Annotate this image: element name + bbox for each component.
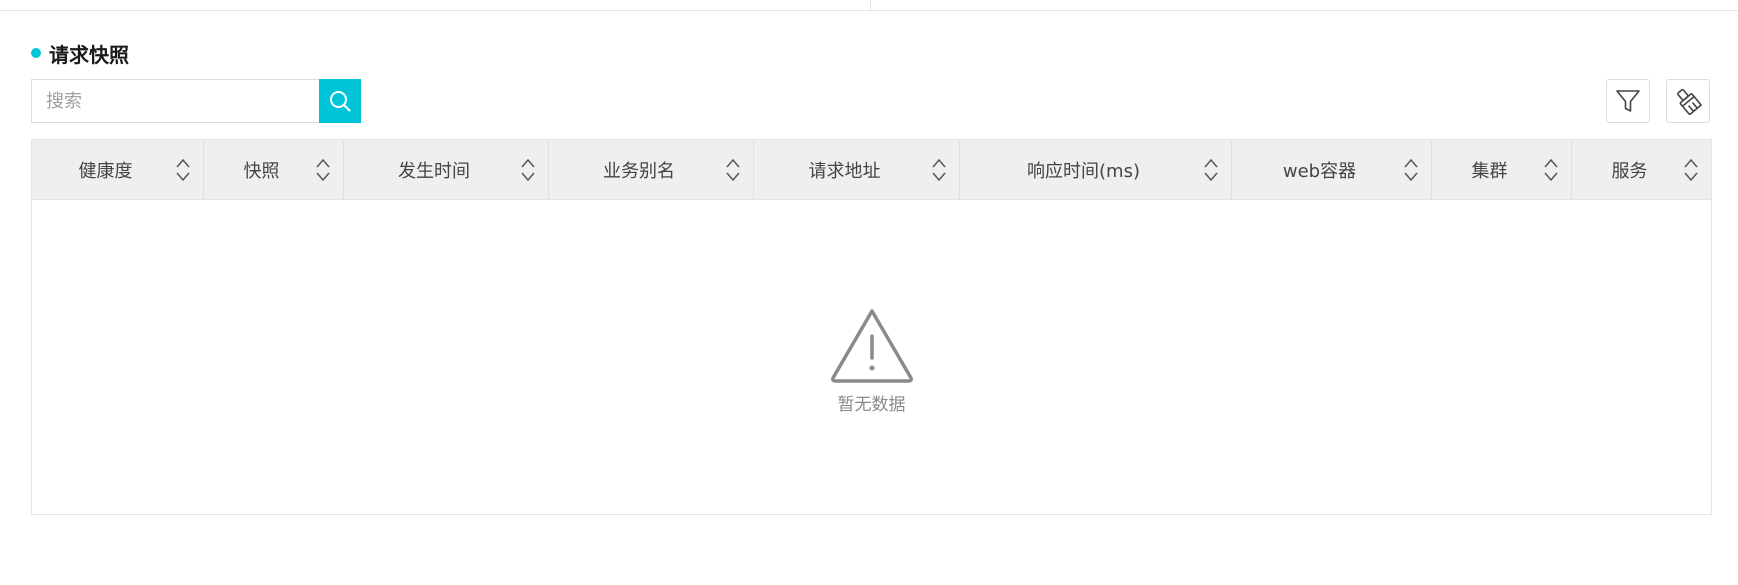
column-label: web容器 [1282,160,1357,182]
clear-button[interactable] [1666,79,1710,123]
sort-icon[interactable] [931,155,947,185]
empty-state-text: 暂无数据 [837,395,906,415]
sort-icon[interactable] [1403,155,1419,185]
column-label: 集群 [1471,160,1508,182]
sort-icon[interactable] [175,155,191,185]
table-header: 健康度 快照 发生时间 业务别名 请求地址 响应时间(ms) web容器 集群 [32,140,1711,200]
sort-icon[interactable] [315,155,331,185]
column-label: 健康度 [78,160,133,182]
column-header-response-time[interactable]: 响应时间(ms) [960,140,1232,199]
column-label: 请求地址 [808,160,881,182]
column-header-request-url[interactable]: 请求地址 [754,140,960,199]
top-split-divider [870,0,871,11]
sort-icon[interactable] [520,155,536,185]
sort-icon[interactable] [725,155,741,185]
top-divider [0,0,1738,11]
column-header-cluster[interactable]: 集群 [1432,140,1572,199]
filter-button[interactable] [1606,79,1650,123]
column-header-service[interactable]: 服务 [1572,140,1711,199]
search-input[interactable] [31,79,319,123]
column-header-business-alias[interactable]: 业务别名 [549,140,754,199]
sort-icon[interactable] [1543,155,1559,185]
filter-icon [1616,90,1640,112]
sort-icon[interactable] [1203,155,1219,185]
sort-icon[interactable] [1683,155,1699,185]
section-header: 请求快照 [31,38,129,68]
column-header-occurred-time[interactable]: 发生时间 [344,140,549,199]
column-header-snapshot[interactable]: 快照 [204,140,344,199]
column-label: 响应时间(ms) [1027,160,1140,182]
column-label: 服务 [1611,160,1648,182]
table-body: 暂无数据 [32,200,1711,514]
column-label: 发生时间 [398,160,470,182]
column-header-health[interactable]: 健康度 [32,140,204,199]
search-box [31,79,361,123]
column-label: 业务别名 [603,160,675,182]
column-label: 快照 [243,160,280,182]
warning-triangle-icon [830,309,913,383]
column-header-web-container[interactable]: web容器 [1232,140,1432,199]
snapshot-table: 健康度 快照 发生时间 业务别名 请求地址 响应时间(ms) web容器 集群 [31,139,1712,515]
broom-icon [1677,88,1702,115]
section-title: 请求快照 [49,42,129,67]
search-icon [330,91,351,112]
search-button[interactable] [319,79,361,123]
title-dot-icon [31,48,41,58]
empty-state: 暂无数据 [32,306,1711,415]
